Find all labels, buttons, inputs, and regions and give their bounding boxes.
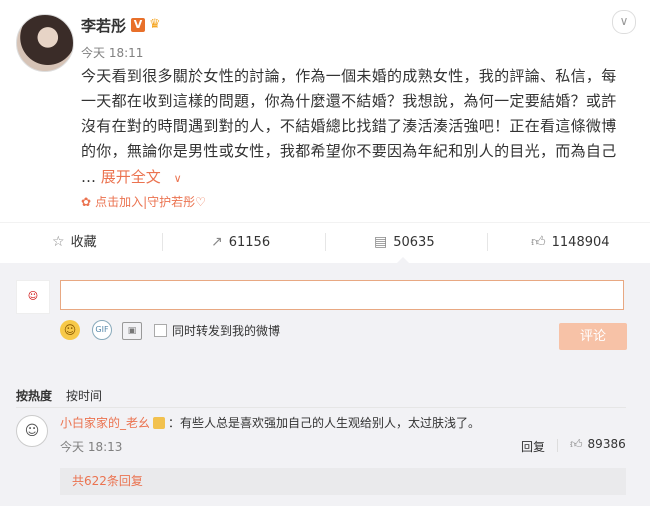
commenter-avatar[interactable]: ☺ bbox=[16, 415, 48, 447]
comment-button[interactable]: ▤ 50635 bbox=[374, 223, 435, 261]
post-expand-row: … 展开全文 ∨ bbox=[81, 165, 182, 191]
divider bbox=[487, 233, 488, 251]
post-content: 今天看到很多關於女性的討論，作為一個未婚的成熟女性，我的評論、私信，每一天都在收… bbox=[81, 67, 617, 160]
comment-sort-tabs: 按热度 按时间 bbox=[16, 387, 102, 404]
repost-button[interactable]: ↗ 61156 bbox=[211, 223, 270, 261]
sync-repost-checkbox[interactable] bbox=[154, 324, 167, 337]
view-replies-link[interactable]: 共622条回复 bbox=[60, 468, 626, 495]
comment-time: 今天 18:13 bbox=[60, 440, 123, 454]
member-badge-icon[interactable] bbox=[153, 417, 166, 429]
join-fan-group-link[interactable]: ✿ 点击加入|守护若彤♡ bbox=[81, 193, 206, 210]
like-button[interactable]: 👍︎ 1148904 bbox=[531, 223, 610, 261]
comment-like-button[interactable]: 👍︎ 89386 bbox=[570, 437, 626, 452]
comment-text: ：有些人总是喜欢强加自己的人生观给别人，太过肤浅了。 bbox=[168, 416, 481, 430]
comment-input[interactable] bbox=[60, 280, 624, 310]
author-name[interactable]: 李若彤 bbox=[81, 15, 126, 36]
submit-comment-button[interactable]: 评论 bbox=[559, 323, 627, 350]
favorite-button[interactable]: ☆ 收藏 bbox=[52, 223, 97, 261]
author-avatar[interactable] bbox=[16, 14, 74, 72]
verified-badge-icon[interactable]: V bbox=[131, 18, 145, 32]
sync-repost-label[interactable]: 同时转发到我的微博 bbox=[172, 322, 280, 339]
repost-icon: ↗ bbox=[211, 234, 223, 250]
post-menu-chevron-icon[interactable]: ∨ bbox=[612, 10, 636, 34]
sort-by-hot-tab[interactable]: 按热度 bbox=[16, 389, 52, 403]
gif-icon[interactable]: GIF bbox=[92, 320, 112, 340]
reply-button[interactable]: 回复 bbox=[521, 438, 545, 455]
divider bbox=[162, 233, 163, 251]
comment-body: 小白家家的_老幺 ：有些人总是喜欢强加自己的人生观给别人，太过肤浅了。 bbox=[60, 414, 480, 431]
thumbs-up-icon: 👍︎ bbox=[570, 437, 583, 451]
commenter-name[interactable]: 小白家家的_老幺 bbox=[60, 416, 150, 430]
sort-by-time-tab[interactable]: 按时间 bbox=[66, 389, 102, 403]
emoji-icon[interactable]: ☺ bbox=[60, 320, 80, 340]
thumbs-up-icon: 👍︎ bbox=[531, 234, 546, 250]
post-action-bar: ☆ 收藏 ↗ 61156 ▤ 50635 👍︎ 1148904 bbox=[0, 223, 650, 261]
post-time[interactable]: 今天 18:11 bbox=[81, 44, 143, 61]
member-crown-icon[interactable]: ♛ bbox=[149, 18, 167, 32]
flower-icon: ✿ bbox=[81, 195, 92, 209]
weibo-post: 李若彤 V ♛ ∨ 今天 18:11 今天看到很多關於女性的討論，作為一個未婚的… bbox=[0, 0, 650, 223]
expand-full-text-link[interactable]: 展开全文 bbox=[101, 168, 161, 186]
chevron-down-icon[interactable]: ∨ bbox=[174, 172, 182, 185]
ellipsis: … bbox=[81, 168, 96, 186]
star-icon: ☆ bbox=[52, 234, 65, 250]
comment-icon: ▤ bbox=[374, 234, 388, 250]
divider bbox=[557, 439, 558, 452]
divider bbox=[325, 233, 326, 251]
divider bbox=[16, 407, 626, 408]
current-user-avatar[interactable]: ☺ bbox=[16, 280, 50, 314]
image-icon[interactable]: ▣ bbox=[122, 322, 142, 340]
